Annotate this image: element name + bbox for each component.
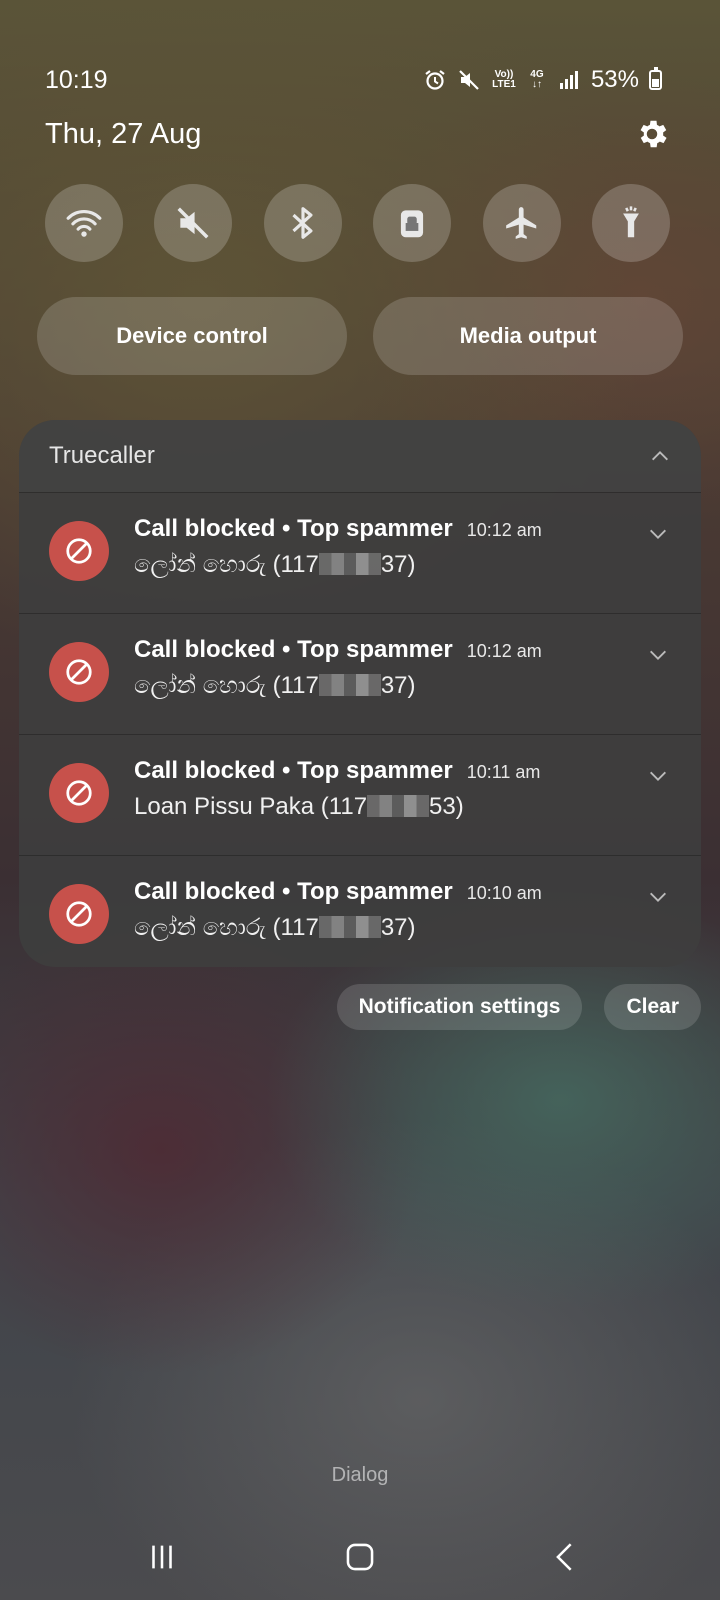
quick-settings-row [45,184,670,262]
block-icon [49,642,109,702]
chevron-down-icon[interactable] [647,886,669,908]
wifi-icon [66,210,102,237]
notification-time: 10:12 am [466,520,542,540]
battery-icon [649,67,662,90]
qs-sound-toggle[interactable] [154,184,233,262]
alarm-icon [425,70,445,90]
notification-text: Loan Pissu Paka (117 53) [134,793,464,820]
device-control-button[interactable]: Device control [37,297,347,375]
mute-icon [459,70,479,90]
notification-item[interactable]: Call blocked • Top spammer 10:10 am ලෝන් … [19,855,701,967]
notification-title: Call blocked • Top spammer 10:10 am [134,878,542,905]
block-icon [49,763,109,823]
airplane-icon [505,207,536,239]
notification-body: Call blocked • Top spammer 10:12 am ලෝන් … [134,636,542,700]
qs-flashlight-toggle[interactable] [591,184,670,262]
notification-text: ලෝන් හොරු (117 37) [134,551,416,578]
lock-icon [401,210,424,238]
notification-time: 10:10 am [466,883,542,903]
status-time: 10:19 [45,65,108,94]
network-type: 4G ↓↑ [530,69,544,90]
bluetooth-icon [292,207,313,239]
back-button[interactable] [540,1532,590,1582]
notification-text: ලෝන් හොරු (117 37) [134,914,416,941]
chevron-down-icon[interactable] [647,765,669,787]
notification-time: 10:12 am [466,641,542,661]
clear-button[interactable]: Clear [604,984,701,1030]
home-button[interactable] [335,1532,385,1582]
recents-icon [152,1545,172,1569]
back-icon [556,1543,572,1571]
qs-bluetooth-toggle[interactable] [263,184,342,262]
recents-button[interactable] [137,1532,187,1582]
notification-body: Call blocked • Top spammer 10:10 am ලෝන් … [134,878,542,942]
gear-icon[interactable] [634,116,670,152]
battery-percent: 53% [590,66,639,93]
redacted-digits [318,553,381,575]
notification-settings-button[interactable]: Notification settings [336,984,583,1030]
carrier-label: Dialog [331,1464,389,1486]
notification-item[interactable]: Call blocked • Top spammer 10:12 am ලෝන් … [19,613,701,734]
flashlight-icon [623,206,639,238]
notification-item[interactable]: Call blocked • Top spammer 10:11 am Loan … [19,734,701,855]
notification-text: ලෝන් හොරු (117 37) [134,672,416,699]
redacted-digits [318,916,381,938]
signal-icon [559,71,578,89]
qs-airplane-toggle[interactable] [482,184,561,262]
notification-body: Call blocked • Top spammer 10:12 am ලෝන් … [134,515,542,579]
status-bar: 10:19 Vo)) LTE1 4G ↓↑ 53% [45,62,662,98]
navigation-bar [0,1520,720,1590]
redacted-digits [318,674,381,696]
chevron-down-icon[interactable] [647,644,669,666]
notification-item[interactable]: Call blocked • Top spammer 10:12 am ලෝන් … [19,492,701,613]
chevron-down-icon[interactable] [647,523,669,545]
redacted-digits [367,795,430,817]
block-icon [49,521,109,581]
notification-title: Call blocked • Top spammer 10:12 am [134,636,542,663]
notification-group-truecaller: Truecaller Call blocked • Top spammer 10:… [19,420,701,967]
qs-secure-folder-toggle[interactable] [373,184,452,262]
media-output-button[interactable]: Media output [373,297,683,375]
date-label: Thu, 27 Aug [45,118,202,150]
volte-indicator: Vo)) LTE1 [492,69,516,90]
notification-title: Call blocked • Top spammer 10:12 am [134,515,542,542]
status-icons: Vo)) LTE1 4G ↓↑ 53% [423,66,662,94]
notification-actions: Notification settings Clear [336,984,701,1030]
notification-time: 10:11 am [466,762,541,782]
notification-body: Call blocked • Top spammer 10:11 am Loan … [134,757,540,821]
block-icon [49,884,109,944]
quick-panel-pills: Device control Media output [37,297,683,375]
qs-wifi-toggle[interactable] [45,184,123,262]
chevron-up-icon[interactable] [649,445,671,467]
mute-icon [177,207,209,239]
home-icon [346,1543,374,1571]
notification-title: Call blocked • Top spammer 10:11 am [134,757,541,784]
notification-group-header[interactable]: Truecaller [19,420,701,492]
app-name: Truecaller [49,442,155,469]
